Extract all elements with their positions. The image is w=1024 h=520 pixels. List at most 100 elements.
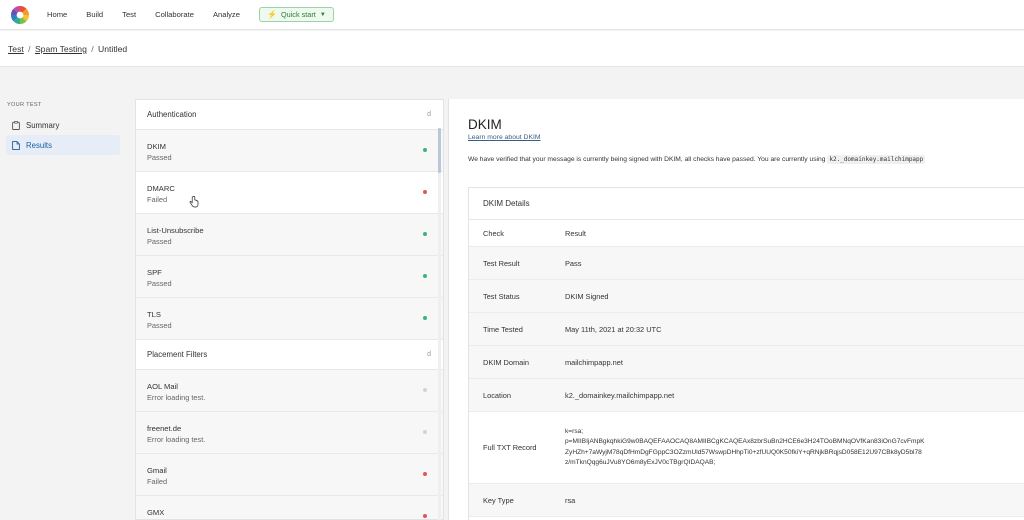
sidebar-item-label: Results [26,140,52,150]
list-item-spf[interactable]: SPF Passed [136,256,443,298]
section-authentication[interactable]: Authentication d [136,100,443,130]
list-item-status: Failed [147,477,168,486]
status-dot [423,514,427,518]
sidebar-item-results[interactable]: Results [6,135,120,155]
breadcrumb: Test / Spam Testing / Untitled [8,44,127,54]
nav-collaborate[interactable]: Collaborate [155,10,194,19]
nav-home[interactable]: Home [47,10,67,19]
row-check: DKIM Domain [483,357,529,367]
list-item-dmarc[interactable]: DMARC Failed [136,172,443,214]
list-item-name: AOL Mail [147,382,178,391]
list-item-name: DKIM [147,142,166,151]
chevron-down-icon: ▼ [319,11,326,18]
breadcrumb-separator: / [91,44,94,54]
row-check: Key Type [483,495,514,505]
row-result: k2._domainkey.mailchimpapp.net [565,390,675,400]
table-row: Test Result Pass [469,247,1024,280]
quick-start-button[interactable]: ⚡ Quick start ▼ [258,7,334,22]
list-item-freenet[interactable]: freenet.de Error loading test. [136,412,443,454]
section-title: Authentication [147,110,197,119]
row-check: Full TXT Record [483,443,537,452]
status-dot [423,388,427,392]
dkim-details-card: DKIM Details Check Result Test Result Pa… [468,187,1024,520]
list-item-gmail[interactable]: Gmail Failed [136,454,443,496]
list-item-status: Error loading test. [147,393,206,402]
results-list: Authentication d DKIM Passed DMARC Faile… [135,99,444,520]
status-dot [423,472,427,476]
list-item-name: DMARC [147,184,175,193]
nav-items: Home Build Test Collaborate Analyze ⚡ Qu… [47,7,334,22]
dkim-selector: k2._domainkey.mailchimpapp [827,155,926,164]
section-placement-filters[interactable]: Placement Filters d [136,340,443,370]
status-dot [423,190,427,194]
section-toggle-icon[interactable]: d [427,351,431,358]
table-row: Test Status DKIM Signed [469,280,1024,313]
clipboard-icon [12,120,20,130]
detail-description: We have verified that your message is cu… [468,155,926,164]
sidebar-item-summary[interactable]: Summary [6,115,120,135]
row-check: Test Status [483,291,520,301]
section-toggle-icon[interactable]: d [427,111,431,118]
sidebar-heading: YOUR TEST [7,102,42,108]
row-result: DKIM Signed [565,291,609,301]
app-logo[interactable] [10,5,30,25]
breadcrumb-test[interactable]: Test [8,44,24,54]
txt-record-line: z/mTknQqg6uJVu8YO6m8yExJV0cTBgrQIDAQAB; [565,459,716,466]
table-row: Key Type rsa [469,484,1024,517]
list-item-status: Error loading test. [147,435,206,444]
list-scrollbar-thumb[interactable] [438,128,441,173]
list-item-status: Passed [147,153,172,162]
txt-record-line: ZyHZh+7aWyjM78qDfHmDgFGppC3OZzmUld57Wswp… [565,448,922,456]
bolt-icon: ⚡ [266,10,277,19]
list-item-name: Gmail [147,466,167,475]
list-item-tls[interactable]: TLS Passed [136,298,443,340]
status-dot [423,316,427,320]
nav-test[interactable]: Test [122,10,136,19]
row-result: rsa [565,495,576,505]
row-check: Location [483,390,511,400]
list-item-name: List-Unsubscribe [147,226,204,235]
list-scrollbar[interactable] [438,128,441,520]
list-item-name: freenet.de [147,424,182,433]
column-header-check: Check [483,228,504,238]
table-row-txt-record: Full TXT Record k=rsa; p=MIIBIjANBgkqhki… [469,412,1024,484]
status-dot [423,148,427,152]
section-title: Placement Filters [147,350,208,359]
row-result: mailchimpapp.net [565,357,623,367]
list-item-name: SPF [147,268,162,277]
row-check: Test Result [483,258,520,268]
row-result: May 11th, 2021 at 20:32 UTC [565,324,662,334]
quick-start-label: Quick start [280,10,316,19]
txt-record-line: p=MIIBIjANBgkqhkiG9w0BAQEFAAOCAQ8AMIIBCg… [565,438,925,445]
description-text: We have verified that your message is cu… [468,156,826,163]
nav-analyze[interactable]: Analyze [213,10,240,19]
list-item-aol-mail[interactable]: AOL Mail Error loading test. [136,370,443,412]
breadcrumb-separator: / [28,44,31,54]
table-header: Check Result [469,220,1024,247]
status-dot [423,232,427,236]
breadcrumb-current: Untitled [98,44,128,54]
txt-record-line: k=rsa; [565,427,584,435]
breadcrumb-bar: Test / Spam Testing / Untitled [0,31,1024,67]
list-item-name: TLS [147,310,161,319]
list-item-list-unsubscribe[interactable]: List-Unsubscribe Passed [136,214,443,256]
sidebar-item-label: Summary [26,120,60,130]
nav-build[interactable]: Build [86,10,103,19]
list-item-status: Passed [147,279,172,288]
column-header-result: Result [565,228,586,238]
learn-more-link[interactable]: Learn more about DKIM [468,134,541,141]
list-item-gmx[interactable]: GMX [136,496,443,519]
list-item-dkim[interactable]: DKIM Passed [136,130,443,172]
hand-cursor-icon [189,196,199,208]
txt-record-value: k=rsa; p=MIIBIjANBgkqhkiG9w0BAQEFAAOCAQ8… [565,427,1024,469]
card-title: DKIM Details [469,188,1024,220]
row-result: Pass [565,258,582,268]
detail-title: DKIM [468,117,502,132]
table-row: DKIM Domain mailchimpapp.net [469,346,1024,379]
breadcrumb-spam-testing[interactable]: Spam Testing [35,44,87,54]
top-nav: Home Build Test Collaborate Analyze ⚡ Qu… [0,0,1024,30]
document-icon [12,140,20,150]
list-item-status: Failed [147,195,168,204]
status-dot [423,274,427,278]
list-item-status: Passed [147,237,172,246]
